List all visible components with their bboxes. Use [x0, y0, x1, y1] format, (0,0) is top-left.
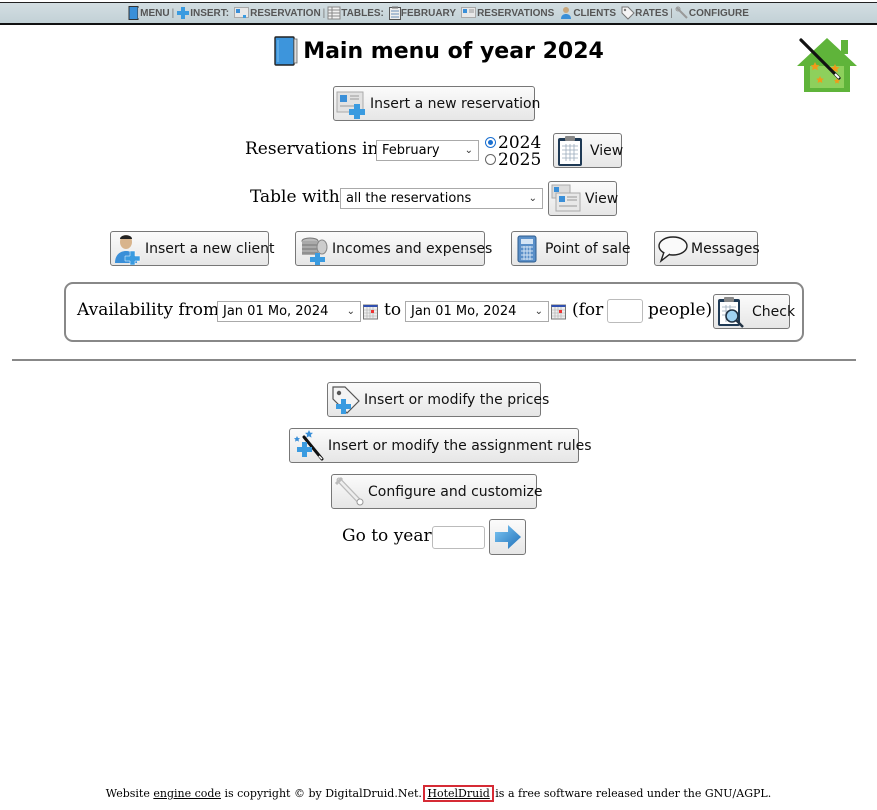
calendar-search-icon	[718, 296, 744, 328]
calendar-icon	[388, 6, 401, 20]
availability-from-label: Availability from	[77, 300, 220, 320]
page-title: Main menu of year 2024	[0, 36, 877, 66]
point-of-sale-button[interactable]: Point of sale	[511, 231, 631, 266]
people-count-input[interactable]	[607, 299, 643, 323]
reservation-add-icon	[336, 91, 365, 119]
chevron-down-icon: ⌄	[346, 306, 355, 317]
configure-button[interactable]: Configure and customize	[331, 474, 543, 509]
availability-from-select[interactable]: Jan 01 Mo, 2024 ⌄	[217, 301, 361, 322]
plus-icon	[177, 7, 190, 19]
calendar-picker-icon[interactable]	[363, 304, 378, 320]
table-filter-select[interactable]: all the reservations ⌄	[340, 188, 543, 209]
tables-rates-link[interactable]: RATES	[621, 6, 668, 20]
chevron-down-icon: ⌄	[534, 306, 543, 317]
calendar-picker-icon[interactable]	[551, 304, 566, 320]
calculator-icon	[517, 235, 537, 262]
incomes-expenses-button[interactable]: Incomes and expenses	[295, 231, 492, 266]
menu-separator: |	[322, 7, 326, 19]
calendar-clipboard-icon	[558, 135, 582, 166]
radio-button[interactable]	[485, 137, 496, 148]
table-icon	[327, 6, 341, 20]
chevron-down-icon: ⌄	[464, 145, 473, 156]
footer: Website engine code is copyright © by Di…	[105, 785, 772, 802]
price-tag-icon	[621, 6, 635, 20]
price-tag-add-icon	[332, 385, 360, 414]
radio-button[interactable]	[485, 154, 496, 165]
go-to-year-button[interactable]	[489, 519, 526, 555]
reservation-card-icon	[234, 7, 250, 18]
section-divider	[12, 359, 856, 361]
prices-button[interactable]: Insert or modify the prices	[327, 382, 549, 417]
messages-button[interactable]: Messages	[654, 231, 760, 266]
check-availability-button[interactable]: Check	[713, 294, 795, 329]
view-month-button[interactable]: View	[553, 133, 623, 168]
client-add-icon	[115, 234, 141, 265]
top-menu-bar: MENU | INSERT: RESERVATION | TABLES: FEB…	[0, 2, 877, 25]
tables-february-link[interactable]: FEBRUARY	[388, 6, 456, 20]
go-to-year-label: Go to year	[342, 526, 432, 546]
insert-reservation-link[interactable]: RESERVATION	[234, 7, 321, 19]
book-icon	[128, 6, 140, 20]
year-input[interactable]	[432, 526, 485, 549]
hoteldruid-link[interactable]: HotelDruid	[423, 785, 494, 802]
client-icon	[561, 7, 572, 19]
month-select[interactable]: February ⌄	[376, 140, 479, 161]
configure-link[interactable]: CONFIGURE	[675, 6, 749, 20]
menu-separator: |	[171, 7, 175, 19]
house-wand-logo[interactable]	[795, 36, 859, 94]
wrench-icon	[675, 6, 688, 19]
wand-add-icon	[294, 429, 324, 460]
arrow-right-icon	[494, 525, 521, 549]
speech-bubble-icon	[658, 235, 688, 263]
insert-label: INSERT:	[176, 6, 229, 20]
reservation-card-icon	[461, 7, 477, 18]
insert-reservation-button[interactable]: Insert a new reservation	[333, 86, 540, 121]
for-label: (for	[572, 300, 604, 320]
table-with-label: Table with	[250, 187, 340, 207]
year-radio-2025[interactable]: 2025	[485, 150, 541, 170]
menu-separator: |	[670, 7, 673, 19]
menu-link[interactable]: MENU	[128, 6, 170, 20]
insert-client-button[interactable]: Insert a new client	[110, 231, 274, 266]
tables-label: TABLES:	[327, 6, 384, 20]
wrench-icon	[334, 476, 364, 505]
people-label: people)	[648, 300, 713, 320]
coins-icon	[301, 237, 328, 265]
availability-to-select[interactable]: Jan 01 Mo, 2024 ⌄	[405, 301, 549, 322]
year-radio-2024[interactable]: 2024	[485, 133, 541, 153]
tables-clients-link[interactable]: CLIENTS	[559, 6, 616, 20]
engine-code-link[interactable]: engine code	[153, 787, 221, 800]
view-table-button[interactable]: View	[548, 181, 618, 216]
reservations-in-label: Reservations in	[245, 139, 379, 159]
assignment-rules-button[interactable]: Insert or modify the assignment rules	[289, 428, 592, 463]
chevron-down-icon: ⌄	[528, 193, 537, 204]
reservation-cards-icon	[551, 184, 581, 211]
tables-reservations-link[interactable]: RESERVATIONS	[461, 7, 554, 19]
availability-to-label: to	[384, 300, 402, 320]
book-icon	[274, 36, 298, 66]
